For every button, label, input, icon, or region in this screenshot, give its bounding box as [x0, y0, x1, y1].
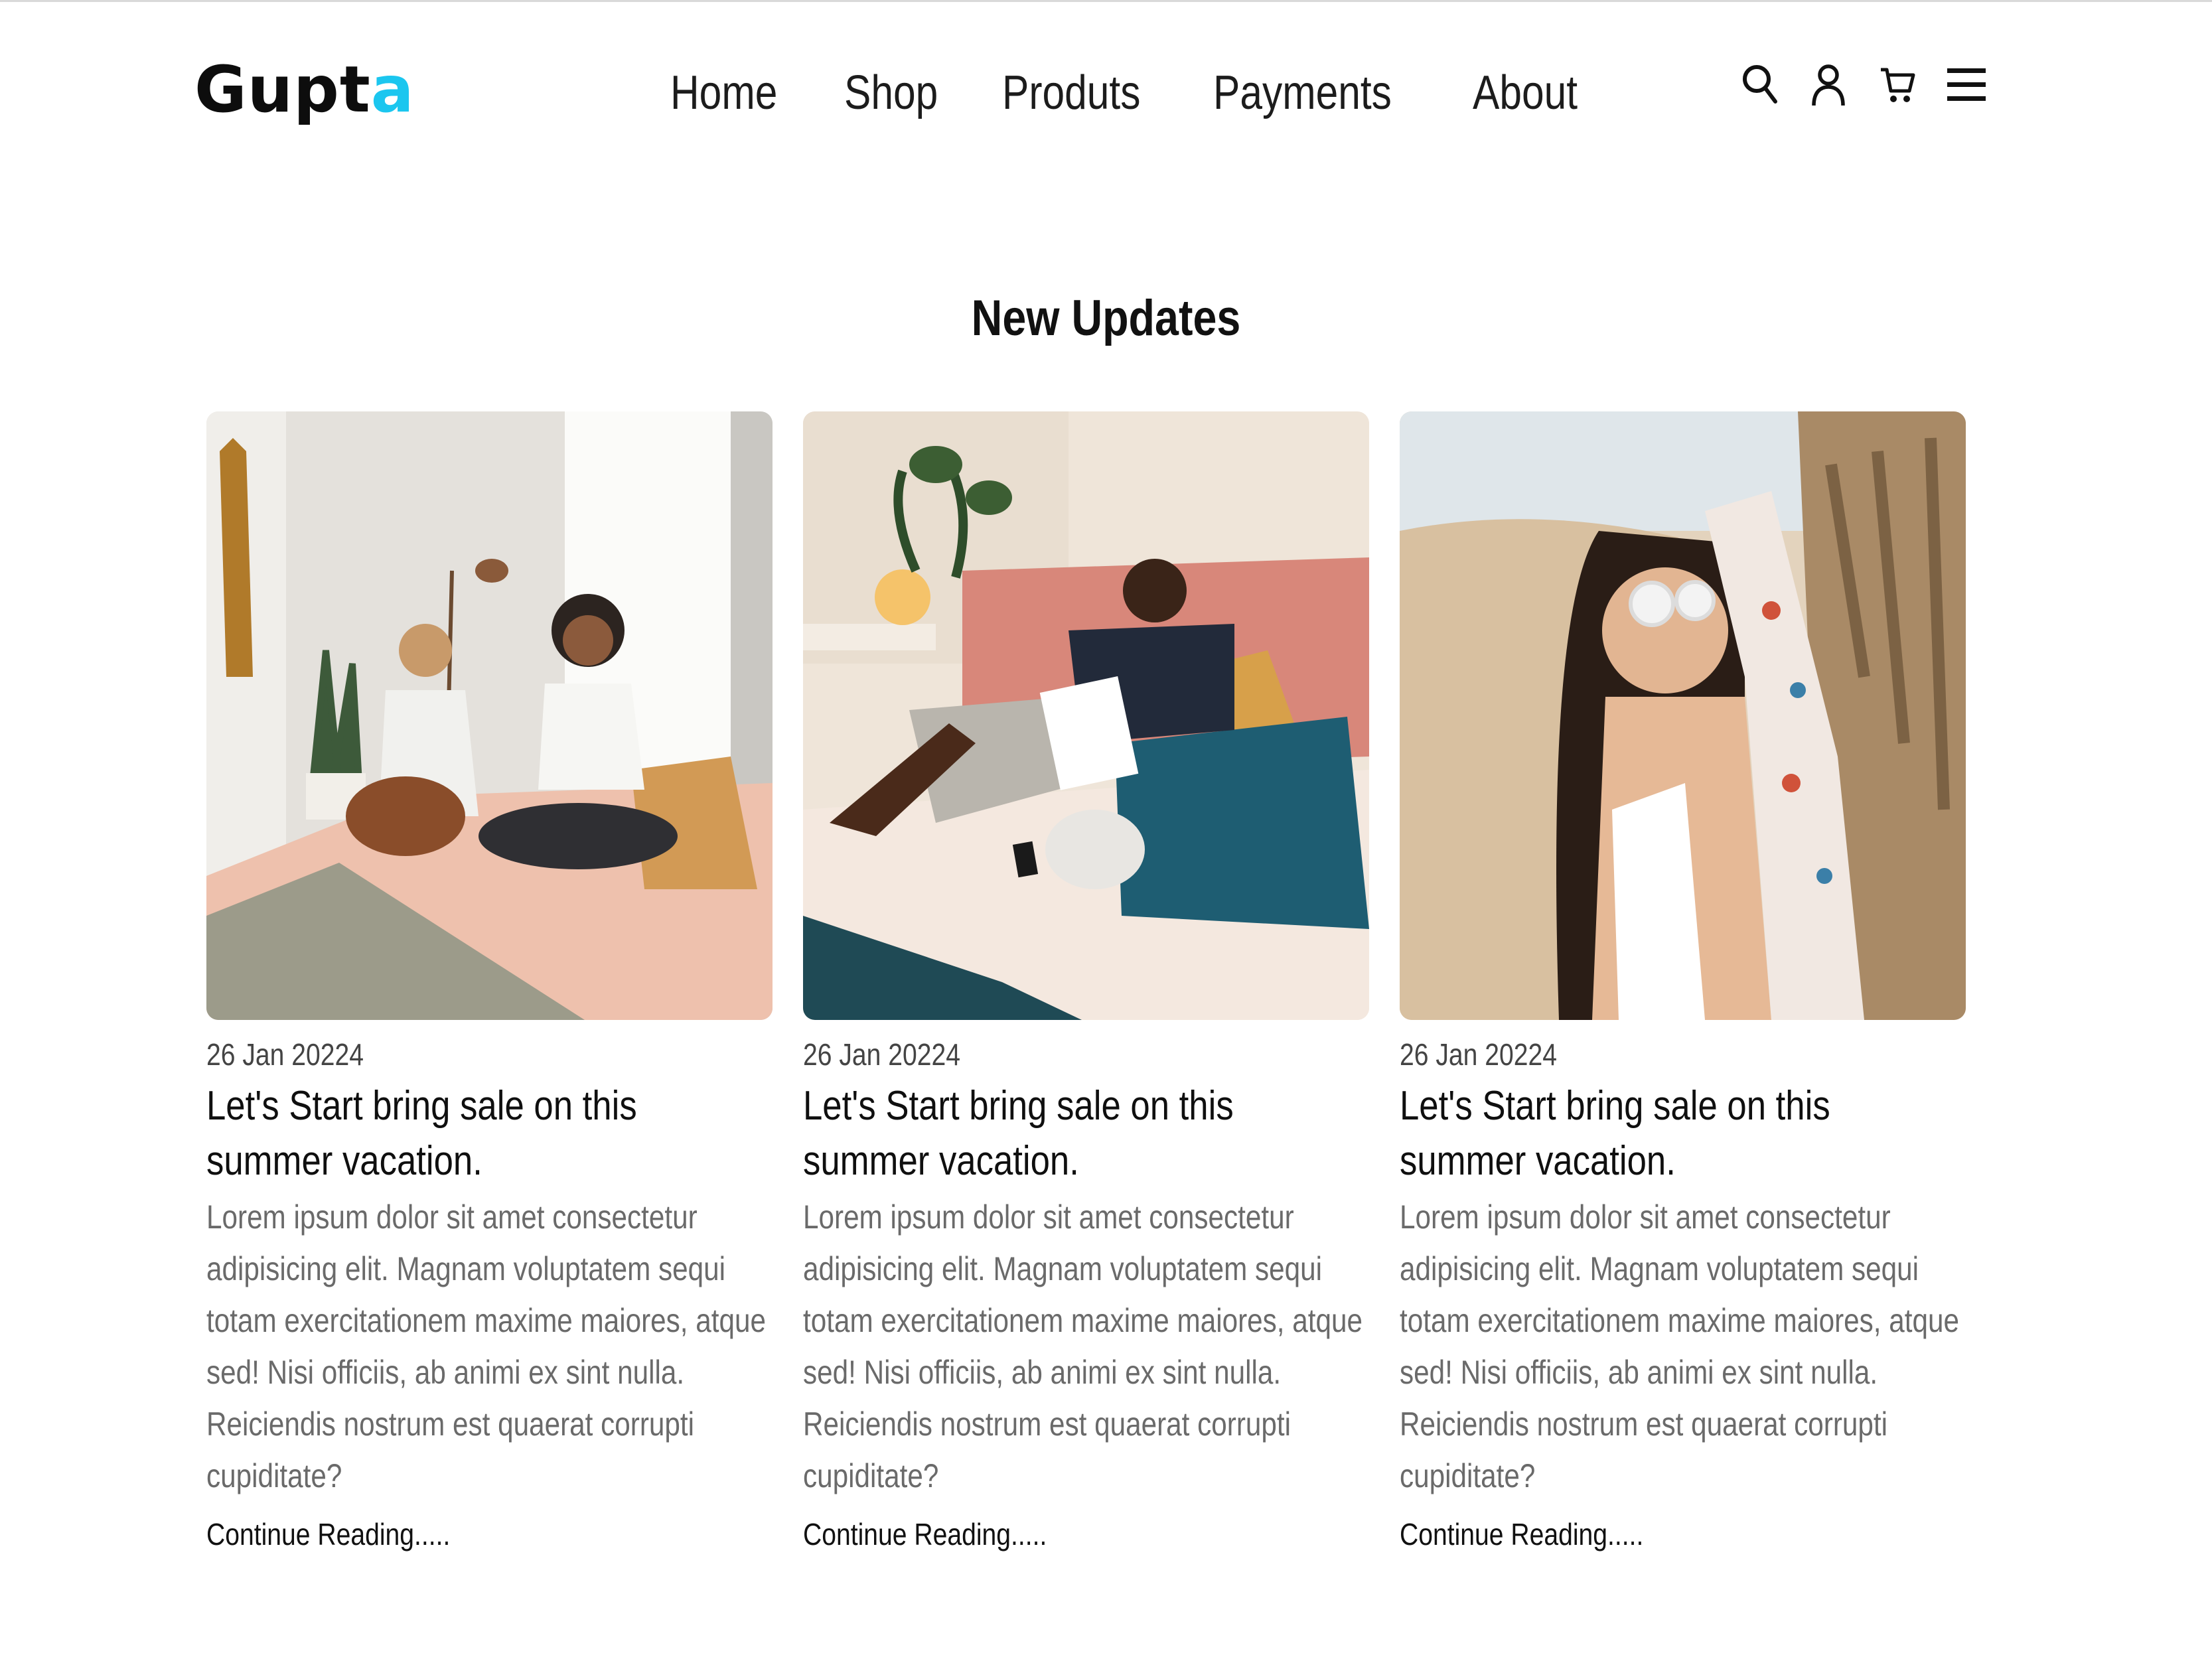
post-date: 26 Jan 20224	[1400, 1037, 1557, 1072]
post-card: 26 Jan 20224 Let's Start bring sale on t…	[803, 411, 1369, 1557]
top-border	[0, 0, 2212, 2]
continue-reading-link[interactable]: Continue Reading.....	[1400, 1511, 1643, 1557]
post-title[interactable]: Let's Start bring sale on this summer va…	[803, 1078, 1367, 1189]
header-icons	[1739, 58, 1987, 111]
nav-payments[interactable]: Payments	[1213, 56, 1392, 129]
user-icon[interactable]	[1808, 61, 1849, 109]
nav-about[interactable]: About	[1473, 56, 1578, 129]
continue-reading-link[interactable]: Continue Reading.....	[803, 1511, 1047, 1557]
nav-shop[interactable]: Shop	[844, 56, 938, 129]
nav-produts[interactable]: Produts	[1002, 56, 1140, 129]
post-title[interactable]: Let's Start bring sale on this summer va…	[1400, 1078, 1964, 1189]
post-title[interactable]: Let's Start bring sale on this summer va…	[206, 1078, 771, 1189]
post-card: 26 Jan 20224 Let's Start bring sale on t…	[206, 411, 773, 1557]
menu-icon[interactable]	[1946, 61, 1987, 109]
post-date: 26 Jan 20224	[803, 1037, 960, 1072]
post-image[interactable]	[206, 411, 773, 1020]
cart-icon[interactable]	[1877, 61, 1918, 109]
section-title: New Updates	[971, 290, 1241, 346]
post-card: 26 Jan 20224 Let's Start bring sale on t…	[1400, 411, 1966, 1557]
post-image[interactable]	[1400, 411, 1966, 1020]
logo-main-text: Gupt	[194, 52, 371, 127]
brand-logo[interactable]: Gupta	[194, 46, 415, 133]
post-image[interactable]	[803, 411, 1369, 1020]
main-nav: Home Shop Produts Payments About	[670, 56, 1584, 129]
logo-accent-text: a	[370, 52, 415, 127]
post-date: 26 Jan 20224	[206, 1037, 364, 1072]
search-icon[interactable]	[1739, 61, 1780, 109]
nav-home[interactable]: Home	[670, 56, 777, 129]
continue-reading-link[interactable]: Continue Reading.....	[206, 1511, 450, 1557]
post-excerpt: Lorem ipsum dolor sit amet consectetur a…	[1400, 1198, 1960, 1494]
post-excerpt: Lorem ipsum dolor sit amet consectetur a…	[206, 1198, 767, 1494]
post-excerpt: Lorem ipsum dolor sit amet consectetur a…	[803, 1198, 1363, 1494]
